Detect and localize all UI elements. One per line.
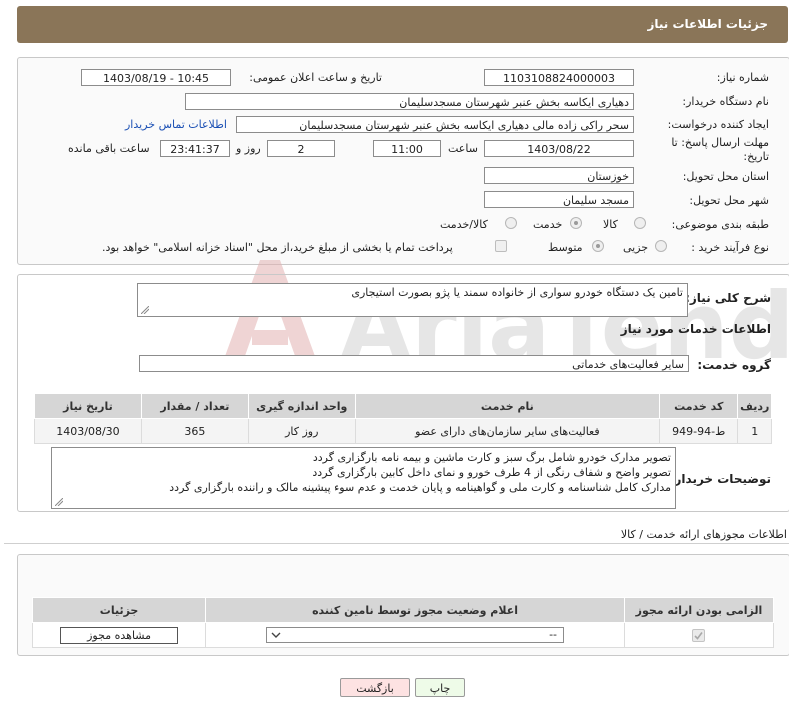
remaining-label: ساعت باقی مانده bbox=[68, 142, 150, 155]
buyer-notes-textarea[interactable]: تصویر مدارک خودرو شامل برگ سبز و کارت ما… bbox=[51, 447, 676, 509]
permits-title: اطلاعات مجوزهای ارائه خدمت / کالا bbox=[620, 528, 787, 541]
category-radio-goods-service[interactable] bbox=[505, 217, 517, 229]
back-button[interactable]: بازگشت bbox=[340, 678, 410, 697]
process-radio-medium[interactable] bbox=[592, 240, 604, 252]
cell-date: 1403/08/30 bbox=[34, 418, 142, 444]
category-radio-service[interactable] bbox=[570, 217, 582, 229]
summary-textarea[interactable]: تامین یک دستگاه خودرو سواری از خانواده س… bbox=[137, 283, 688, 317]
creator-label: ایجاد کننده درخواست: bbox=[667, 118, 769, 131]
permit-required-checkbox bbox=[692, 628, 706, 642]
permit-status-value: -- bbox=[549, 628, 558, 641]
buyer-label: نام دستگاه خریدار: bbox=[682, 95, 769, 108]
cell-unit: روز کار bbox=[247, 418, 356, 444]
col-unit: واحد اندازه گیری bbox=[247, 393, 356, 419]
category-goods-label: کالا bbox=[603, 218, 618, 231]
days-field: 2 bbox=[267, 140, 335, 157]
province-field: خوزستان bbox=[484, 167, 634, 184]
announce-label: تاریخ و ساعت اعلان عمومی: bbox=[249, 71, 382, 84]
col-qty: تعداد / مقدار bbox=[140, 393, 249, 419]
permit-status-select[interactable]: -- bbox=[266, 627, 565, 643]
group-label: گروه خدمت: bbox=[697, 358, 771, 372]
cell-permit-details: مشاهده مجوز bbox=[31, 622, 207, 648]
summary-label: شرح کلی نیاز: bbox=[685, 291, 771, 305]
buyer-note-line: تصویر واضح و شفاف رنگی از 4 طرف خورو و ن… bbox=[312, 466, 671, 479]
category-radio-goods[interactable] bbox=[634, 217, 646, 229]
contact-buyer-link[interactable]: اطلاعات تماس خریدار bbox=[125, 118, 227, 131]
col-code: کد خدمت bbox=[659, 393, 739, 419]
buyer-note-line: تصویر مدارک خودرو شامل برگ سبز و کارت ما… bbox=[312, 451, 671, 464]
cell-name: فعالیت‌های سایر سازمان‌های دارای عضو bbox=[354, 418, 661, 444]
buyer-notes-label: توضیحات خریدار: bbox=[669, 472, 771, 486]
need-number-field: 1103108824000003 bbox=[484, 69, 634, 86]
process-radio-minor[interactable] bbox=[655, 240, 667, 252]
treasury-checkbox[interactable] bbox=[495, 240, 507, 252]
cell-code: ط-94-949 bbox=[659, 418, 739, 444]
col-permit-required: الزامی بودن ارائه مجوز bbox=[623, 597, 775, 623]
cell-permit-required bbox=[623, 622, 775, 648]
col-row: ردیف bbox=[737, 393, 772, 419]
services-table: ردیف کد خدمت نام خدمت واحد اندازه گیری ت… bbox=[34, 393, 772, 444]
need-number-label: شماره نیاز: bbox=[716, 71, 769, 84]
category-label: طبقه بندی موضوعی: bbox=[671, 218, 769, 231]
days-label: روز و bbox=[236, 142, 261, 155]
services-table-header: ردیف کد خدمت نام خدمت واحد اندازه گیری ت… bbox=[34, 393, 772, 419]
group-field: سایر فعالیت‌های خدماتی bbox=[139, 355, 689, 372]
payment-note: پرداخت تمام یا بخشی از مبلغ خرید،از محل … bbox=[102, 241, 453, 254]
summary-text: تامین یک دستگاه خودرو سواری از خانواده س… bbox=[351, 286, 683, 299]
announce-field: 1403/08/19 - 10:45 bbox=[81, 69, 231, 86]
table-row: -- مشاهده مجوز bbox=[31, 622, 775, 648]
cell-permit-status: -- bbox=[205, 622, 625, 648]
permits-table: الزامی بودن ارائه مجوز اعلام وضعیت مجوز … bbox=[31, 597, 775, 648]
permits-table-header: الزامی بودن ارائه مجوز اعلام وضعیت مجوز … bbox=[31, 597, 775, 623]
col-permit-status: اعلام وضعیت مجوز توسط نامین کننده bbox=[205, 597, 625, 623]
deadline-time-field: 11:00 bbox=[373, 140, 441, 157]
city-label: شهر محل تحویل: bbox=[689, 194, 769, 207]
col-date: تاریخ نیاز bbox=[34, 393, 142, 419]
process-medium-label: متوسط bbox=[548, 241, 583, 254]
cell-qty: 365 bbox=[140, 418, 249, 444]
buyer-field: دهیاری ایکاسه بخش عنبر شهرستان مسجدسلیما… bbox=[185, 93, 634, 110]
print-button[interactable]: چاپ bbox=[415, 678, 465, 697]
view-permit-button[interactable]: مشاهده مجوز bbox=[60, 626, 179, 644]
permits-divider bbox=[4, 543, 789, 544]
cell-row: 1 bbox=[737, 418, 772, 444]
process-minor-label: جزیی bbox=[623, 241, 649, 254]
deadline-label: مهلت ارسال پاسخ: تا تاریخ: bbox=[671, 136, 769, 163]
province-label: استان محل تحویل: bbox=[682, 170, 769, 183]
category-service-label: خدمت bbox=[533, 218, 563, 231]
check-icon bbox=[694, 631, 704, 640]
resize-grip-icon[interactable] bbox=[141, 306, 149, 314]
deadline-time-label: ساعت bbox=[448, 142, 478, 155]
page-title: جزئیات اطلاعات نیاز bbox=[647, 17, 768, 31]
col-name: نام خدمت bbox=[354, 393, 661, 419]
city-field: مسجد سلیمان bbox=[484, 191, 634, 208]
process-label: نوع فرآیند خرید : bbox=[691, 241, 769, 254]
category-goods-service-label: کالا/خدمت bbox=[440, 218, 488, 231]
creator-field: سحر راکی زاده مالی دهیاری ایکاسه بخش عنب… bbox=[236, 116, 634, 133]
resize-grip-icon[interactable] bbox=[55, 498, 63, 506]
deadline-date-field: 1403/08/22 bbox=[484, 140, 634, 157]
buyer-note-line: مدارک کامل شناسنامه و کارت ملی و گواهینا… bbox=[169, 481, 671, 494]
col-permit-details: جزئیات bbox=[31, 597, 207, 623]
remaining-time-field: 23:41:37 bbox=[160, 140, 230, 157]
chevron-down-icon bbox=[271, 632, 281, 638]
table-row: 1 ط-94-949 فعالیت‌های سایر سازمان‌های دا… bbox=[34, 418, 772, 444]
page-header: جزئیات اطلاعات نیاز bbox=[17, 6, 788, 43]
services-title: اطلاعات خدمات مورد نیاز bbox=[620, 322, 771, 336]
